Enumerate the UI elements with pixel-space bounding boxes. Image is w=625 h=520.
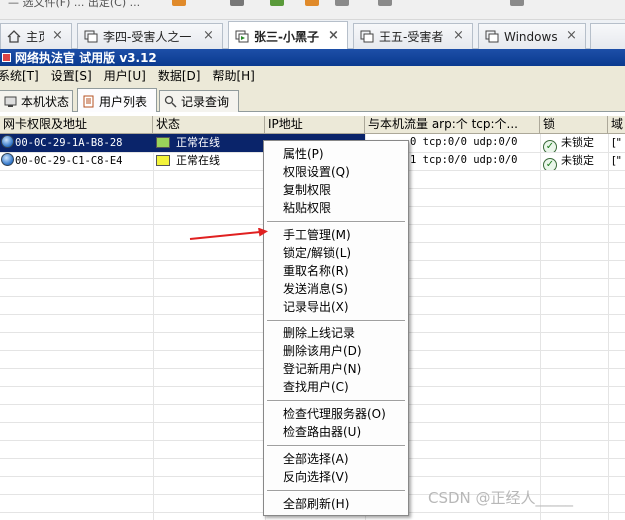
status-icon <box>4 95 17 108</box>
user-list-icon <box>82 95 95 108</box>
vm-icon <box>360 30 374 43</box>
toolbar-view-icon[interactable] <box>510 0 524 6</box>
close-icon[interactable]: × <box>564 29 579 44</box>
check-icon: ✓ <box>543 158 557 170</box>
menu-separator <box>267 221 405 223</box>
column-header-status[interactable]: 状态 <box>153 116 265 134</box>
menu-item-delete-online-record[interactable]: 删除上线记录 <box>264 324 408 342</box>
vm-tab-windows7[interactable]: Windows7 × <box>478 23 586 49</box>
menu-separator <box>267 445 405 447</box>
online-monitor-icon <box>156 155 170 166</box>
app-titlebar: 网络执法官 试用版 v3.12 <box>0 49 625 66</box>
tab-label: 记录查询 <box>181 95 230 109</box>
menu-item-send-message[interactable]: 发送消息(S) <box>264 280 408 298</box>
toolbar-manage-icon[interactable] <box>335 0 349 6</box>
menu-system[interactable]: 系统[T] <box>0 67 39 84</box>
vm-tab-zhangsan[interactable]: 张三-小黑子 × <box>228 21 348 50</box>
domain-text: [" <box>612 136 622 149</box>
vm-tab-label: Windows7 <box>504 29 558 44</box>
vm-tab-label: 张三-小黑子 <box>254 29 319 44</box>
menu-item-check-router[interactable]: 检查路由器(U) <box>264 423 408 441</box>
tab-user-list[interactable]: 用户列表 <box>77 88 157 113</box>
menu-item-copy-permission[interactable]: 复制权限 <box>264 181 408 199</box>
menu-help[interactable]: 帮助[H] <box>212 67 254 84</box>
menu-item-refetch-name[interactable]: 重取名称(R) <box>264 262 408 280</box>
vm-tab-label: 王五-受害者 <box>379 30 444 44</box>
domain-text: [" <box>612 154 622 167</box>
tab-label: 用户列表 <box>99 94 148 109</box>
menu-bar: 系统[T] 设置[S] 用户[U] 数据[D] 帮助[H] <box>0 66 625 85</box>
column-header-mac[interactable]: 网卡权限及地址 <box>0 116 153 134</box>
close-icon[interactable]: × <box>201 29 216 44</box>
tab-label: 本机状态 <box>21 95 70 109</box>
menu-item-export-records[interactable]: 记录导出(X) <box>264 298 408 316</box>
app-title: 网络执法官 试用版 v3.12 <box>15 51 157 65</box>
menu-item-lock-unlock[interactable]: 锁定/解锁(L) <box>264 244 408 262</box>
menu-item-invert-selection[interactable]: 反向选择(V) <box>264 468 408 486</box>
mac-address: 00-0C-29-C1-C8-E4 <box>15 155 123 167</box>
menu-item-select-all[interactable]: 全部选择(A) <box>264 450 408 468</box>
vm-tab-label: 李四-受害人之一 <box>103 30 192 44</box>
home-icon <box>7 30 21 43</box>
watermark: CSDN @正经人_____ <box>428 489 574 507</box>
host-toolbar-text: — 选文件(F) ... 出定(C) ... <box>8 0 141 9</box>
toolbar-pause-icon[interactable] <box>172 0 186 6</box>
menu-item-find-user[interactable]: 查找用户(C) <box>264 378 408 396</box>
menu-item-refresh-all[interactable]: 全部刷新(H) <box>264 495 408 513</box>
app-icon <box>2 53 11 62</box>
annotation-arrow-icon <box>189 228 268 240</box>
column-header-lock[interactable]: 锁 <box>540 116 608 134</box>
menu-item-delete-user[interactable]: 删除该用户(D) <box>264 342 408 360</box>
menu-item-manual-manage[interactable]: 手工管理(M) <box>264 226 408 244</box>
vm-tab-lisi[interactable]: 李四-受害人之一 × <box>77 23 223 49</box>
online-monitor-icon <box>156 137 170 148</box>
network-card-icon <box>1 135 14 148</box>
lock-status: 未锁定 <box>561 154 594 167</box>
status-text: 正常在线 <box>176 136 220 149</box>
search-icon <box>164 95 177 108</box>
vm-tab-home[interactable]: 主页 × <box>0 23 72 49</box>
lock-status: 未锁定 <box>561 136 594 149</box>
status-text: 正常在线 <box>176 154 220 167</box>
vm-icon <box>84 30 98 43</box>
toolbar-down-icon[interactable] <box>230 0 244 6</box>
menu-item-properties[interactable]: 属性(P) <box>264 145 408 163</box>
toolbar-revert-icon[interactable] <box>305 0 319 6</box>
menu-separator <box>267 400 405 402</box>
menu-data[interactable]: 数据[D] <box>158 67 201 84</box>
column-header-ip[interactable]: IP地址 <box>265 116 365 134</box>
toolbar-fullscreen-icon[interactable] <box>378 0 392 6</box>
close-icon[interactable]: × <box>50 29 65 44</box>
column-header-domain[interactable]: 域 <box>608 116 625 134</box>
vm-tab-wangwu[interactable]: 王五-受害者 × <box>353 23 473 49</box>
app-tab-bar: 本机状态 用户列表 记录查询 <box>0 85 625 113</box>
vm-tab-bar: 主页 × 李四-受害人之一 × 张三-小黑子 × 王五-受害者 × Window… <box>0 20 625 50</box>
close-icon[interactable]: × <box>451 29 466 44</box>
close-icon[interactable]: × <box>326 28 341 44</box>
menu-item-register-user[interactable]: 登记新用户(N) <box>264 360 408 378</box>
vm-tab-label: 主页 <box>26 30 44 44</box>
menu-separator <box>267 320 405 322</box>
host-toolbar: — 选文件(F) ... 出定(C) ... <box>0 0 625 20</box>
context-menu: 属性(P) 权限设置(Q) 复制权限 粘贴权限 手工管理(M) 锁定/解锁(L)… <box>263 140 409 516</box>
vm-tab-more[interactable] <box>590 23 625 49</box>
menu-separator <box>267 490 405 492</box>
menu-users[interactable]: 用户[U] <box>104 67 146 84</box>
menu-settings[interactable]: 设置[S] <box>51 67 92 84</box>
vm-icon <box>485 30 499 43</box>
traffic-text: 0 tcp:0/0 udp:0/0 <box>410 136 518 148</box>
toolbar-snapshot-icon[interactable] <box>270 0 284 6</box>
mac-address: 00-0C-29-1A-B8-28 <box>15 137 123 149</box>
menu-item-permission-settings[interactable]: 权限设置(Q) <box>264 163 408 181</box>
tab-record-query[interactable]: 记录查询 <box>159 90 239 112</box>
network-card-icon <box>1 153 14 166</box>
menu-item-check-proxy[interactable]: 检查代理服务器(O) <box>264 405 408 423</box>
menu-item-paste-permission[interactable]: 粘贴权限 <box>264 199 408 217</box>
column-header-traffic[interactable]: 与本机流量 arp:个 tcp:个... <box>365 116 540 134</box>
tab-local-status[interactable]: 本机状态 <box>0 90 73 112</box>
vm-icon <box>235 30 249 43</box>
traffic-text: 1 tcp:0/0 udp:0/0 <box>410 154 518 166</box>
table-header: 网卡权限及地址 状态 IP地址 与本机流量 arp:个 tcp:个... 锁 域 <box>0 116 625 134</box>
check-icon: ✓ <box>543 140 557 152</box>
